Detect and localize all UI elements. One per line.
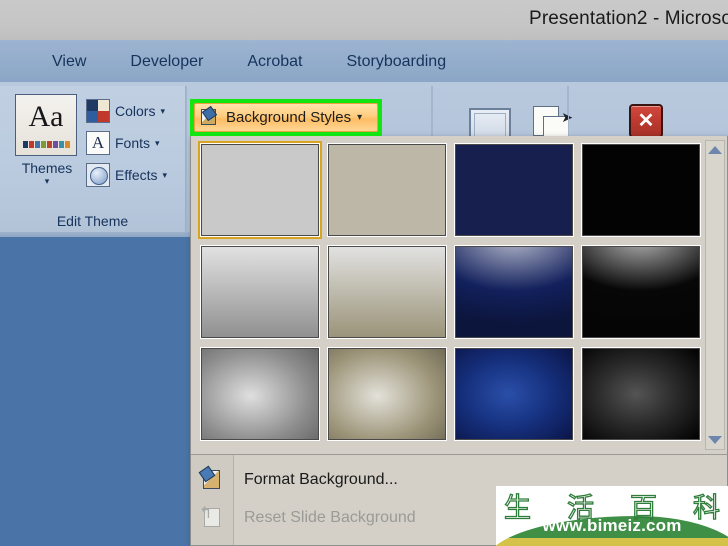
style-1-light-gray	[200, 143, 320, 237]
style-10-beige-radial	[327, 347, 447, 441]
chevron-down-icon[interactable]: ▾	[160, 106, 165, 117]
chevron-down-icon[interactable]: ▾	[155, 138, 160, 149]
watermark-url: www.bimeiz.com	[542, 516, 682, 535]
style-7-blue-gradient	[454, 245, 574, 339]
gallery-thumbnail-8[interactable]	[581, 245, 701, 339]
themes-color-swatches	[23, 141, 70, 148]
theme-fonts-label: Fonts	[115, 135, 151, 151]
style-12-black-radial	[581, 347, 701, 441]
gallery-thumbnail-12[interactable]	[581, 347, 701, 441]
style-5-gray-gradient	[200, 245, 320, 339]
theme-effects-label: Effects	[115, 167, 158, 183]
background-styles-label: Background Styles	[226, 109, 352, 126]
menu-item-format-background-label: Format Background...	[244, 471, 398, 488]
themes-button-label: Themes	[21, 160, 73, 176]
tab-storyboarding[interactable]: Storyboarding	[324, 53, 468, 71]
title-bar: Presentation2 - Microso	[0, 0, 728, 40]
background-styles-highlight: Background Styles ▾	[190, 99, 382, 136]
gallery-thumbnail-9[interactable]	[200, 347, 320, 441]
theme-colors-label: Colors	[115, 103, 156, 119]
menu-item-reset-slide-background-label: Reset Slide Background	[244, 509, 416, 526]
gallery-thumbnail-4[interactable]	[581, 143, 701, 237]
themes-icon: Aa	[15, 94, 77, 156]
gallery-scrollbar[interactable]	[705, 140, 725, 450]
background-styles-dropdown: Format Background... ↰ Reset Slide Backg…	[190, 136, 728, 546]
gallery-thumbnail-7[interactable]	[454, 245, 574, 339]
chevron-down-icon[interactable]: ▾	[163, 170, 168, 181]
style-6-beige-gradient	[327, 245, 447, 339]
powerpoint-window: Presentation2 - Microso View Developer A…	[0, 0, 728, 546]
group-label-edit-theme: Edit Theme	[56, 213, 129, 229]
ribbon-tab-strip: View Developer Acrobat Storyboarding	[0, 40, 728, 83]
style-4-black	[581, 143, 701, 237]
gallery-thumbnail-1[interactable]	[198, 141, 322, 239]
gallery-thumbnail-2[interactable]	[327, 143, 447, 237]
chevron-down-icon[interactable]: ▾	[357, 112, 362, 123]
background-styles-gallery	[197, 140, 704, 444]
theme-commands: Colors ▾ A Fonts ▾ Effects ▾	[86, 96, 182, 192]
gallery-thumbnail-10[interactable]	[327, 347, 447, 441]
background-styles-icon	[200, 105, 220, 127]
scroll-down-arrow-icon[interactable]	[706, 431, 724, 449]
chevron-down-icon[interactable]: ▾	[12, 177, 82, 186]
colors-icon	[86, 99, 110, 123]
gallery-thumbnail-6[interactable]	[327, 245, 447, 339]
ribbon-group-edit-theme: Aa Themes ▾ Colors ▾ A Fonts ▾ Effects ▾…	[0, 86, 186, 232]
tab-developer[interactable]: Developer	[108, 53, 225, 71]
tab-view[interactable]: View	[30, 53, 108, 71]
theme-effects-button[interactable]: Effects ▾	[86, 160, 182, 190]
gallery-thumbnail-11[interactable]	[454, 347, 574, 441]
effects-icon	[86, 163, 110, 187]
close-master-view-icon[interactable]: ✕	[629, 104, 663, 138]
gallery-thumbnail-3[interactable]	[454, 143, 574, 237]
theme-fonts-button[interactable]: A Fonts ▾	[86, 128, 182, 158]
style-2-beige	[327, 143, 447, 237]
background-styles-gallery-area	[191, 136, 727, 454]
themes-button[interactable]: Aa Themes ▾	[12, 94, 82, 194]
style-8-black-gradient	[581, 245, 701, 339]
style-11-blue-radial	[454, 347, 574, 441]
background-styles-button[interactable]: Background Styles ▾	[194, 103, 378, 132]
tab-acrobat[interactable]: Acrobat	[225, 53, 324, 71]
style-9-gray-radial	[200, 347, 320, 441]
themes-glyph: Aa	[28, 100, 64, 133]
ribbon-tabs: View Developer Acrobat Storyboarding	[30, 41, 468, 83]
window-title: Presentation2 - Microso	[529, 8, 728, 29]
format-background-icon	[191, 461, 233, 499]
scroll-up-arrow-icon[interactable]	[706, 141, 724, 159]
fonts-icon: A	[86, 131, 110, 155]
style-3-dark-navy	[454, 143, 574, 237]
reset-slide-background-icon: ↰	[191, 499, 233, 537]
theme-colors-button[interactable]: Colors ▾	[86, 96, 182, 126]
gallery-thumbnail-5[interactable]	[200, 245, 320, 339]
watermark: 生活百科 www.bimeiz.com	[496, 486, 728, 546]
